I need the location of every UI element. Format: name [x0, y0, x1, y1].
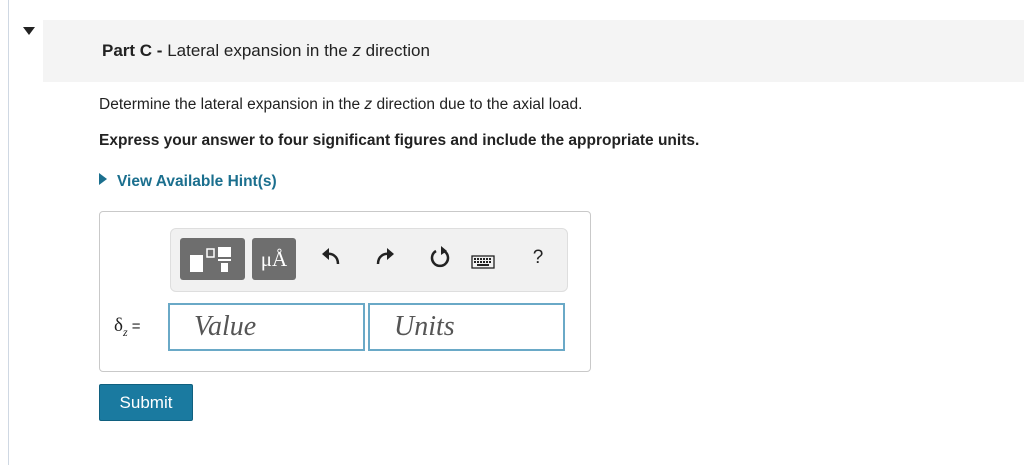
delta-symbol: δ	[114, 315, 123, 336]
part-title: Part C - Lateral expansion in the z dire…	[102, 41, 430, 61]
units-input[interactable]	[368, 303, 565, 351]
units-button[interactable]: μÅ	[252, 238, 296, 280]
part-header: Part C - Lateral expansion in the z dire…	[43, 20, 1024, 82]
part-title-var: z	[352, 41, 361, 60]
redo-icon[interactable]	[370, 244, 400, 279]
question-var: z	[364, 96, 373, 113]
part-title-after: direction	[360, 41, 430, 60]
templates-icon	[190, 247, 231, 272]
templates-button[interactable]	[180, 238, 245, 280]
part-separator: -	[152, 41, 168, 60]
undo-icon[interactable]	[316, 244, 346, 279]
math-toolbar: μÅ ?	[170, 228, 568, 292]
keyboard-icon[interactable]	[471, 249, 495, 269]
left-border-rule	[8, 0, 9, 465]
reset-icon[interactable]	[425, 244, 455, 279]
hint-link-label: View Available Hint(s)	[117, 173, 277, 190]
view-hints-link[interactable]: View Available Hint(s)	[99, 173, 277, 191]
answer-box: μÅ ? δz =	[99, 211, 591, 372]
answer-variable-label: δz =	[114, 315, 141, 340]
collapse-caret-icon[interactable]	[23, 27, 35, 35]
help-button[interactable]: ?	[523, 244, 553, 272]
hint-expand-icon	[99, 173, 107, 185]
equals-sign: =	[127, 318, 141, 335]
value-input[interactable]	[168, 303, 365, 351]
question-after: direction due to the axial load.	[372, 96, 583, 113]
question-before: Determine the lateral expansion in the	[99, 96, 365, 113]
submit-button[interactable]: Submit	[99, 384, 193, 421]
question-text: Determine the lateral expansion in the z…	[99, 96, 582, 114]
instructions-text: Express your answer to four significant …	[99, 132, 700, 149]
part-title-before: Lateral expansion in the	[167, 41, 353, 60]
part-label: Part C	[102, 41, 153, 60]
